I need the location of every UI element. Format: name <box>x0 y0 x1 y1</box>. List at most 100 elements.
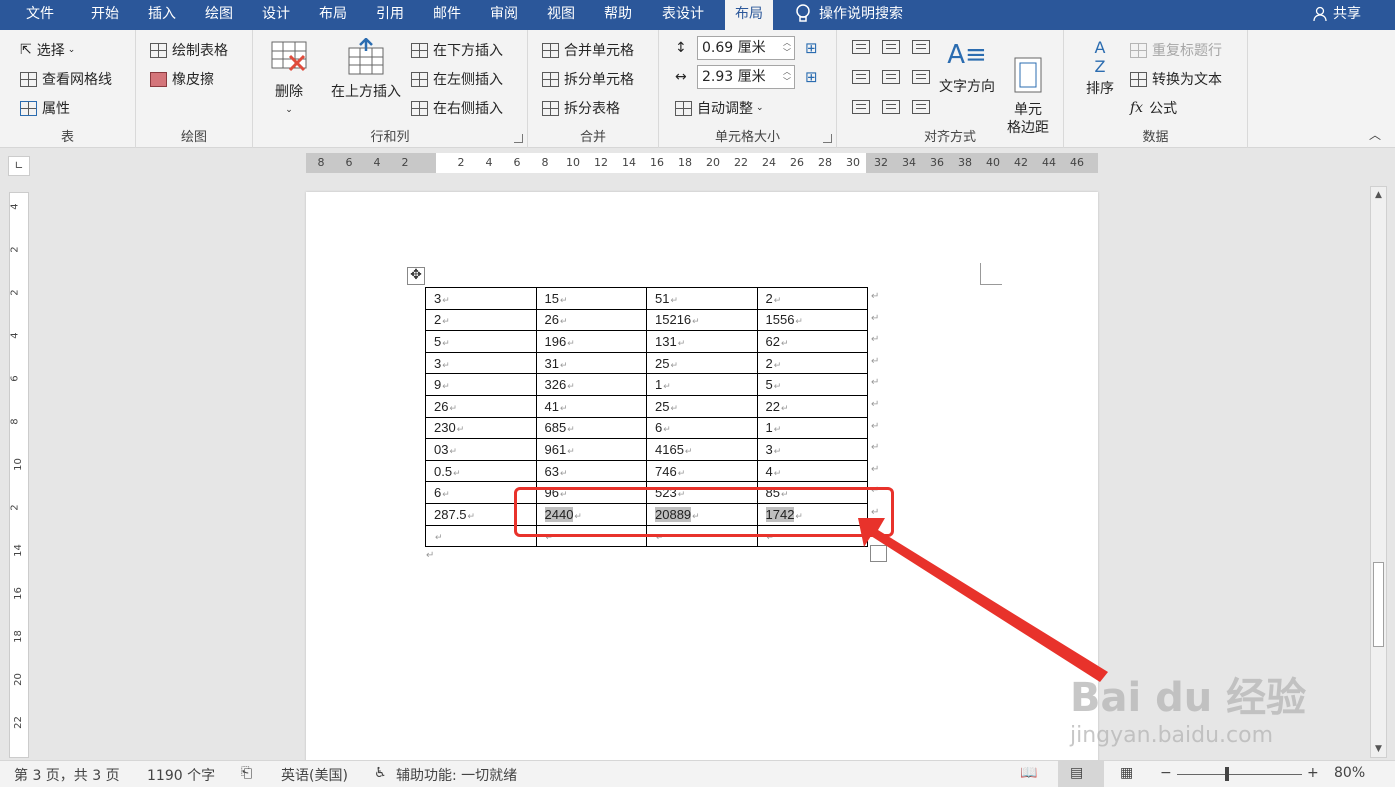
table-cell[interactable]: 9↵ <box>425 373 537 396</box>
table-cell[interactable]: 22↵ <box>756 394 868 418</box>
insert-right-button[interactable]: 在右侧插入 <box>411 98 503 118</box>
autofit-button[interactable]: 自动调整 ⌄ <box>675 98 764 118</box>
table-cell[interactable]: 25↵ <box>646 351 758 375</box>
tab-selector-icon[interactable]: ∟ <box>8 156 30 176</box>
align-top-center-icon[interactable] <box>882 40 900 54</box>
read-mode-icon[interactable]: 📖 <box>1020 765 1037 781</box>
table-row[interactable]: 03↵ 961↵ 4165↵ 3↵ <box>425 438 868 461</box>
table-cell[interactable]: 4↵ <box>756 459 868 483</box>
table-cell[interactable]: 1556↵ <box>756 308 868 332</box>
zoom-out-icon[interactable]: − <box>1160 765 1172 781</box>
tab-file[interactable]: 文件 <box>16 0 64 30</box>
scroll-down-icon[interactable]: ▼ <box>1371 741 1386 757</box>
scroll-up-icon[interactable]: ▲ <box>1371 187 1386 203</box>
tab-mailings[interactable]: 邮件 <box>423 0 471 30</box>
align-middle-right-icon[interactable] <box>912 70 930 84</box>
tab-design[interactable]: 设计 <box>252 0 300 30</box>
table-cell[interactable]: 2↵ <box>756 351 868 375</box>
table-cell[interactable]: 2↵ <box>425 308 537 332</box>
zoom-slider-thumb[interactable] <box>1225 767 1229 781</box>
distribute-columns-icon[interactable]: ⊞ <box>805 68 818 86</box>
table-cell[interactable]: 2↵ <box>756 287 868 310</box>
table-cell[interactable]: 5↵ <box>425 330 537 353</box>
table-row[interactable]: 26↵ 41↵ 25↵ 22↵ <box>425 394 868 418</box>
table-row[interactable]: 0.5↵ 63↵ 746↵ 4↵ <box>425 459 868 483</box>
table-cell[interactable]: 41↵ <box>535 394 647 418</box>
table-cell[interactable]: 961↵ <box>535 438 647 461</box>
align-bottom-center-icon[interactable] <box>882 100 900 114</box>
insert-below-button[interactable]: 在下方插入 <box>411 40 503 60</box>
table-cell[interactable]: 0.5↵ <box>425 459 537 483</box>
draw-table-button[interactable]: 绘制表格 <box>150 40 228 60</box>
align-bottom-left-icon[interactable] <box>852 100 870 114</box>
tab-table-layout[interactable]: 布局 <box>725 0 773 30</box>
zoom-slider[interactable] <box>1177 774 1302 775</box>
table-cell[interactable]: 5↵ <box>756 373 868 396</box>
align-middle-left-icon[interactable] <box>852 70 870 84</box>
tell-me-search[interactable]: 操作说明搜索 <box>795 0 903 30</box>
table-row[interactable]: 5↵ 196↵ 131↵ 62↵ <box>425 330 868 353</box>
table-cell[interactable]: 26↵ <box>425 394 537 418</box>
scroll-thumb[interactable] <box>1373 562 1384 647</box>
column-width-input[interactable]: 2.93 厘米 ︿ ﹀ <box>697 65 795 89</box>
distribute-rows-icon[interactable]: ⊞ <box>805 39 818 57</box>
tab-draw[interactable]: 绘图 <box>195 0 243 30</box>
table-cell[interactable]: 63↵ <box>535 459 647 483</box>
convert-to-text-button[interactable]: 转换为文本 <box>1130 69 1222 89</box>
table-cell[interactable]: 746↵ <box>646 459 758 483</box>
table-cell[interactable]: 230↵ <box>425 416 537 440</box>
word-count[interactable]: 1190 个字 <box>147 765 215 785</box>
table-cell[interactable]: 4165↵ <box>646 438 758 461</box>
tab-table-design[interactable]: 表设计 <box>652 0 714 30</box>
repeat-header-button[interactable]: 重复标题行 <box>1130 40 1222 60</box>
align-bottom-right-icon[interactable] <box>912 100 930 114</box>
table-cell[interactable]: 1↵ <box>646 373 758 396</box>
table-move-handle[interactable]: ✥ <box>407 267 425 285</box>
table-cell[interactable]: 3↵ <box>425 351 537 375</box>
horizontal-ruler[interactable]: 8 6 4 2 2 4 6 8 10 12 14 16 18 20 22 24 26 28 30 32 34 36 38 40… <box>306 153 1098 173</box>
table-row[interactable]: 3↵ 15↵ 51↵ 2↵ <box>425 287 868 310</box>
zoom-level[interactable]: 80% <box>1334 765 1365 781</box>
row-height-input[interactable]: 0.69 厘米 ︿ ﹀ <box>697 36 795 60</box>
page-count[interactable]: 第 3 页，共 3 页 <box>14 765 120 785</box>
split-cells-button[interactable]: 拆分单元格 <box>542 69 634 89</box>
tab-references[interactable]: 引用 <box>366 0 414 30</box>
table-cell[interactable]: 62↵ <box>756 330 868 353</box>
table-cell[interactable]: 26↵ <box>535 308 647 332</box>
table-resize-handle[interactable] <box>870 545 887 562</box>
vertical-ruler[interactable]: 4 2 2 4 6 8 10 2 14 16 18 20 22 <box>9 192 29 758</box>
merge-cells-button[interactable]: 合并单元格 <box>542 40 634 60</box>
zoom-in-icon[interactable]: + <box>1307 765 1319 781</box>
table-row[interactable]: 3↵ 31↵ 25↵ 2↵ <box>425 351 868 375</box>
table-cell[interactable]: 31↵ <box>535 351 647 375</box>
table-cell[interactable]: 15↵ <box>535 287 647 310</box>
align-middle-center-icon[interactable] <box>882 70 900 84</box>
table-cell[interactable]: 03↵ <box>425 438 537 461</box>
language-status[interactable]: 英语(美国) <box>281 765 348 785</box>
spin-arrows-icon[interactable]: ︿ ﹀ <box>783 38 791 58</box>
table-cell[interactable]: 3↵ <box>425 287 537 310</box>
table-row[interactable]: 230↵ 685↵ 6↵ 1↵ <box>425 416 868 440</box>
insert-left-button[interactable]: 在左侧插入 <box>411 69 503 89</box>
spin-arrows-icon[interactable]: ︿ ﹀ <box>783 67 791 87</box>
tab-view[interactable]: 视图 <box>537 0 585 30</box>
table-cell[interactable]: 326↵ <box>535 373 647 396</box>
select-button[interactable]: ⇱ 选择 ⌄ <box>20 40 75 60</box>
table-cell[interactable]: 1↵ <box>756 416 868 440</box>
delete-button[interactable]: 删除 ⌄ <box>267 38 311 119</box>
table-cell[interactable]: 6↵ <box>646 416 758 440</box>
tab-review[interactable]: 审阅 <box>480 0 528 30</box>
table-cell[interactable]: 131↵ <box>646 330 758 353</box>
table-row[interactable]: 9↵ 326↵ 1↵ 5↵ <box>425 373 868 396</box>
text-direction-button[interactable]: A≡ 文字方向 <box>937 38 997 96</box>
table-cell[interactable]: 196↵ <box>535 330 647 353</box>
table-cell[interactable]: 3↵ <box>756 438 868 461</box>
table-cell[interactable]: 685↵ <box>535 416 647 440</box>
split-table-button[interactable]: 拆分表格 <box>542 98 620 118</box>
proofing-icon[interactable]: ⎗ <box>241 765 252 781</box>
tab-insert[interactable]: 插入 <box>138 0 186 30</box>
collapse-ribbon-icon[interactable]: ︿ <box>1369 126 1381 143</box>
table-cell[interactable]: 15216↵ <box>646 308 758 332</box>
insert-above-button[interactable]: 在上方插入 <box>326 37 406 101</box>
formula-button[interactable]: fx 公式 <box>1130 98 1177 118</box>
